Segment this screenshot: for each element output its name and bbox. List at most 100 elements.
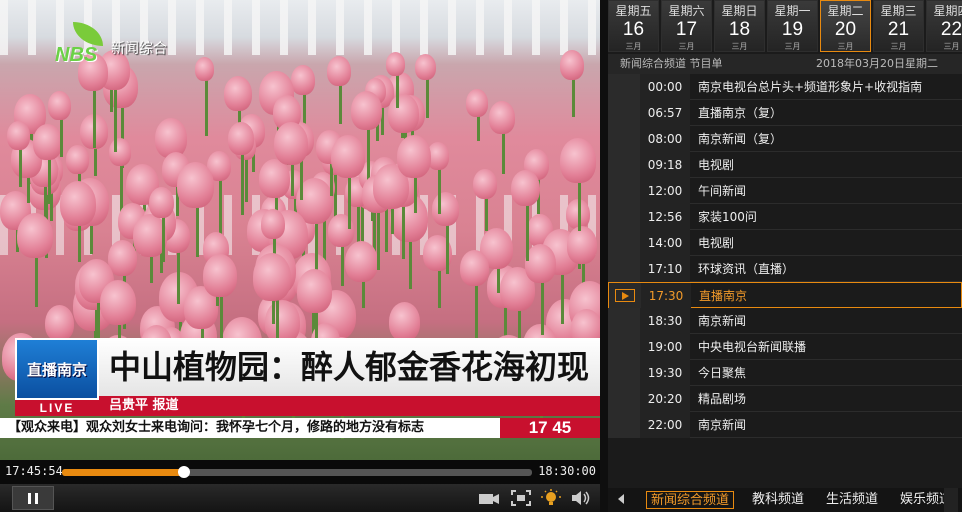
tulip-bloom (66, 145, 89, 174)
tulip-stem (47, 153, 51, 205)
day-month: 三月 (678, 42, 695, 51)
program-row[interactable]: 00:00 南京电视台总片头+频道形象片+收视指南 (608, 74, 962, 100)
seek-thumb[interactable] (178, 466, 191, 478)
tulip-stem (93, 83, 96, 148)
volume-icon[interactable] (570, 489, 592, 507)
row-slot (608, 308, 640, 334)
row-slot (608, 230, 640, 256)
tulip-stem (572, 74, 575, 117)
day-tab[interactable]: 星期日 18 三月 (714, 0, 765, 52)
program-time: 20:20 (640, 386, 690, 412)
program-time: 18:30 (640, 308, 690, 334)
tulip-bloom (567, 226, 597, 264)
reporter-credit: 吕贵平 报道 (99, 396, 600, 416)
program-name: 电视剧 (698, 236, 735, 250)
lightbulb-icon[interactable] (540, 489, 562, 507)
program-row[interactable]: 19:00 中央电视台新闻联播 (608, 334, 962, 360)
leaf-icon (73, 22, 103, 46)
tulip-bloom (7, 121, 30, 150)
tulip-bloom (560, 138, 596, 183)
program-row[interactable]: 22:00 南京新闻 (608, 412, 962, 438)
program-time: 17:10 (640, 256, 690, 282)
day-tab[interactable]: 星期四22 三月 (926, 0, 962, 52)
program-time: 19:00 (640, 334, 690, 360)
tulip-bloom (100, 280, 136, 325)
program-row[interactable]: 12:56 家装100问 (608, 204, 962, 230)
day-tab[interactable]: 星期一 19 三月 (767, 0, 818, 52)
program-row[interactable]: 18:30 南京新闻 (608, 308, 962, 334)
tulip-bloom (60, 181, 96, 226)
tulip-bloom (297, 269, 332, 313)
tulip-stem (474, 279, 478, 339)
pause-icon (26, 492, 40, 504)
chevron-left-icon[interactable] (618, 494, 624, 504)
row-slot (608, 126, 640, 152)
tulip-stem (438, 164, 441, 214)
tulip-bloom (560, 50, 584, 80)
channel-tab[interactable]: 生活频道 (822, 491, 882, 509)
tulip-bloom (195, 57, 214, 81)
day-name: 星期一 (774, 4, 811, 18)
fullscreen-icon[interactable] (510, 489, 532, 507)
program-row[interactable]: 14:00 电视剧 (608, 230, 962, 256)
channel-tab[interactable]: 教科频道 (748, 491, 808, 509)
day-tab[interactable]: 星期五 16 三月 (608, 0, 659, 52)
tulip-stem (204, 76, 208, 136)
day-name: 星期三 (880, 4, 917, 18)
day-name: 星期六 (668, 4, 705, 18)
seek-bar[interactable] (62, 466, 532, 478)
tulip-bloom (389, 302, 420, 341)
tulip-bloom (511, 170, 540, 207)
day-date: 22 (940, 19, 962, 40)
day-tab[interactable]: 星期三 21 三月 (873, 0, 924, 52)
tulip-stem (114, 82, 117, 152)
live-label: LIVE (15, 400, 99, 416)
row-slot (608, 334, 640, 360)
tulip-bloom (149, 187, 174, 219)
day-month: 三月 (890, 42, 907, 51)
row-slot (608, 152, 640, 178)
tulip-bloom (274, 122, 308, 165)
program-row[interactable]: 06:57 直播南京（复） (608, 100, 962, 126)
program-time: 00:00 (640, 74, 690, 100)
program-row[interactable]: 08:00 南京新闻（复） (608, 126, 962, 152)
program-name: 直播南京（复） (698, 106, 783, 120)
tulip-bloom (45, 305, 74, 342)
day-date: 18 (728, 19, 751, 40)
program-row[interactable]: 17:30 直播南京 (608, 282, 962, 309)
day-month: 三月 (784, 42, 801, 51)
program-row[interactable]: 12:00 午间新闻 (608, 178, 962, 204)
seek-bar-fill (62, 469, 185, 476)
row-slot (609, 283, 641, 309)
tulip-stem (401, 198, 405, 260)
tulip-stem (241, 148, 244, 215)
day-tab[interactable]: 星期六 17 三月 (661, 0, 712, 52)
program-time: 12:56 (640, 204, 690, 230)
tulip-bloom (489, 101, 515, 134)
tulip-stem (339, 80, 342, 125)
tulip-stem (395, 71, 399, 109)
tulip-bloom (33, 124, 62, 161)
program-row[interactable]: 09:18 电视剧 (608, 152, 962, 178)
duration-time: 18:30:00 (538, 464, 596, 478)
channel-tab[interactable]: 新闻综合频道 (646, 491, 735, 509)
tulip-bloom (415, 54, 436, 81)
day-date: 19 (781, 19, 804, 40)
program-name: 南京电视台总片头+频道形象片+收视指南 (698, 80, 923, 94)
tulip-bloom (327, 56, 351, 86)
tulip-bloom (460, 250, 489, 287)
program-row[interactable]: 19:30 今日聚焦 (608, 360, 962, 386)
program-row[interactable]: 17:10 环球资讯（直播） (608, 256, 962, 282)
pause-button[interactable] (12, 486, 54, 510)
tulip-stem (425, 75, 429, 118)
panel-divider (600, 0, 608, 512)
tulip-bloom (432, 192, 459, 226)
scroll-right-handle[interactable] (944, 488, 958, 512)
day-month: 三月 (625, 42, 642, 51)
day-tabs: 星期五 16 三月 星期六 17 三月 星期日 18 三月 星期一 19 三月 星期二 20 三月 星期三 21… (608, 0, 962, 54)
channel-tabs: 新闻综合频道 教科频道 生活频道 娱乐频道 (646, 491, 962, 509)
camera-icon[interactable] (478, 489, 500, 507)
video-frame[interactable]: NBS 新闻综合 直播南京 LIVE 中山植物园：醉人郁金香花海初现 吕贵平 报… (0, 0, 600, 460)
day-tab[interactable]: 星期二 20 三月 (820, 0, 871, 52)
program-row[interactable]: 20:20 精品剧场 (608, 386, 962, 412)
